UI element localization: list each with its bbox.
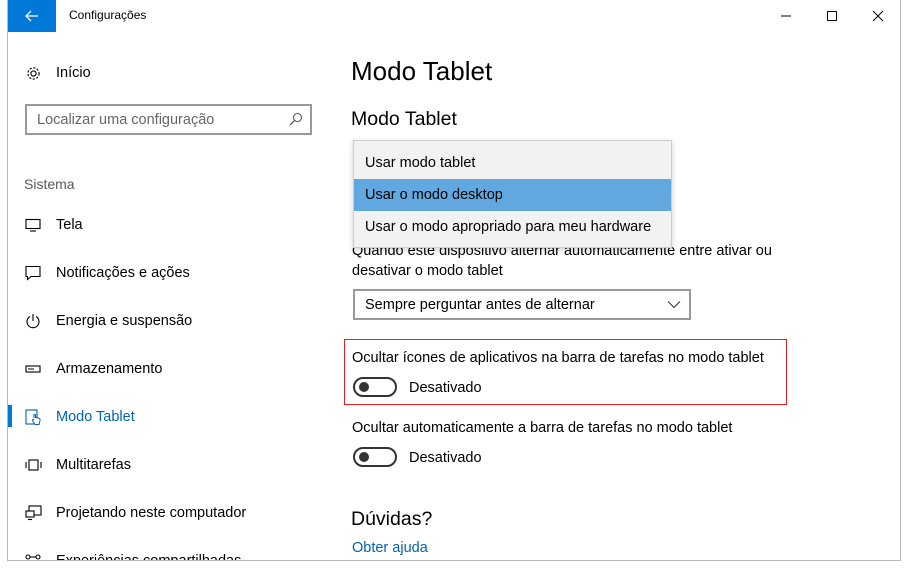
- sidebar-item-label: Multitarefas: [56, 457, 131, 473]
- tablet-mode-icon: [24, 408, 42, 426]
- get-help-link[interactable]: Obter ajuda: [352, 540, 428, 556]
- switch-behavior-dropdown[interactable]: Sempre perguntar antes de alternar: [353, 289, 691, 320]
- back-arrow-icon: [25, 10, 38, 22]
- notification-icon: [24, 264, 42, 282]
- selected-indicator: [8, 405, 12, 427]
- sidebar-item-armazenamento[interactable]: Armazenamento: [24, 357, 162, 381]
- sidebar-item-tela[interactable]: Tela: [24, 213, 83, 237]
- sidebar-item-projetando[interactable]: Projetando neste computador: [24, 501, 246, 525]
- back-button[interactable]: [8, 0, 56, 32]
- hide-taskbar-label: Ocultar automaticamente a barra de taref…: [352, 420, 733, 436]
- sidebar-item-label: Energia e suspensão: [56, 313, 193, 329]
- chevron-down-icon: [667, 301, 681, 309]
- hide-icons-label: Ocultar ícones de aplicativos na barra d…: [352, 350, 764, 366]
- help-title: Dúvidas?: [351, 508, 433, 530]
- search-input[interactable]: [27, 106, 292, 133]
- page-title: Modo Tablet: [351, 56, 493, 86]
- dropdown-option-tablet[interactable]: Usar modo tablet: [354, 147, 671, 179]
- dropdown-option-hardware[interactable]: Usar o modo apropriado para meu hardware: [354, 211, 671, 243]
- sidebar-item-label: Experiências compartilhadas: [56, 553, 242, 561]
- hide-icons-state: Desativado: [409, 380, 482, 396]
- hide-icons-toggle[interactable]: [353, 377, 397, 397]
- sidebar-item-modo-tablet[interactable]: Modo Tablet: [24, 405, 135, 429]
- sidebar-item-label: Modo Tablet: [56, 409, 135, 425]
- window-title: Configurações: [69, 8, 147, 22]
- sidebar-item-energia[interactable]: Energia e suspensão: [24, 309, 192, 333]
- sidebar-item-multitarefas[interactable]: Multitarefas: [24, 453, 131, 477]
- sidebar-item-experiencias[interactable]: Experiências compartilhadas: [24, 549, 242, 561]
- minimize-icon: [781, 15, 791, 17]
- shared-experiences-icon: [24, 552, 42, 560]
- toggle-knob: [359, 452, 369, 462]
- dropdown-option-desktop[interactable]: Usar o modo desktop: [354, 179, 671, 211]
- power-icon: [24, 312, 42, 330]
- search-icon: [289, 112, 303, 126]
- sidebar-item-notificacoes[interactable]: Notificações e ações: [24, 261, 190, 285]
- storage-icon: [24, 360, 42, 378]
- sidebar-home-label: Início: [56, 65, 91, 81]
- sidebar-item-home[interactable]: Início: [24, 62, 91, 84]
- section-title: Modo Tablet: [351, 108, 457, 130]
- hide-taskbar-toggle[interactable]: [353, 447, 397, 467]
- settings-window: Configurações Início Sistema: [7, 0, 901, 561]
- maximize-button[interactable]: [809, 0, 855, 32]
- toggle-knob: [359, 382, 369, 392]
- title-bar: Configurações: [8, 0, 900, 32]
- monitor-icon: [24, 216, 42, 234]
- hide-taskbar-state: Desativado: [409, 450, 482, 466]
- minimize-button[interactable]: [763, 0, 809, 32]
- sidebar-item-label: Notificações e ações: [56, 265, 190, 281]
- projecting-icon: [24, 504, 42, 522]
- sidebar-item-label: Tela: [56, 217, 83, 233]
- multitasking-icon: [24, 456, 42, 474]
- sidebar-item-label: Projetando neste computador: [56, 505, 247, 521]
- sidebar-item-label: Armazenamento: [56, 361, 163, 377]
- sidebar-section-label: Sistema: [24, 176, 75, 192]
- switch-behavior-value: Sempre perguntar antes de alternar: [365, 296, 595, 313]
- close-icon: [872, 10, 884, 22]
- tablet-mode-dropdown-list: Usar modo tablet Usar o modo desktop Usa…: [353, 140, 672, 248]
- close-button[interactable]: [855, 0, 900, 32]
- search-box[interactable]: [25, 104, 312, 135]
- gear-icon: [24, 64, 42, 82]
- maximize-icon: [827, 11, 837, 21]
